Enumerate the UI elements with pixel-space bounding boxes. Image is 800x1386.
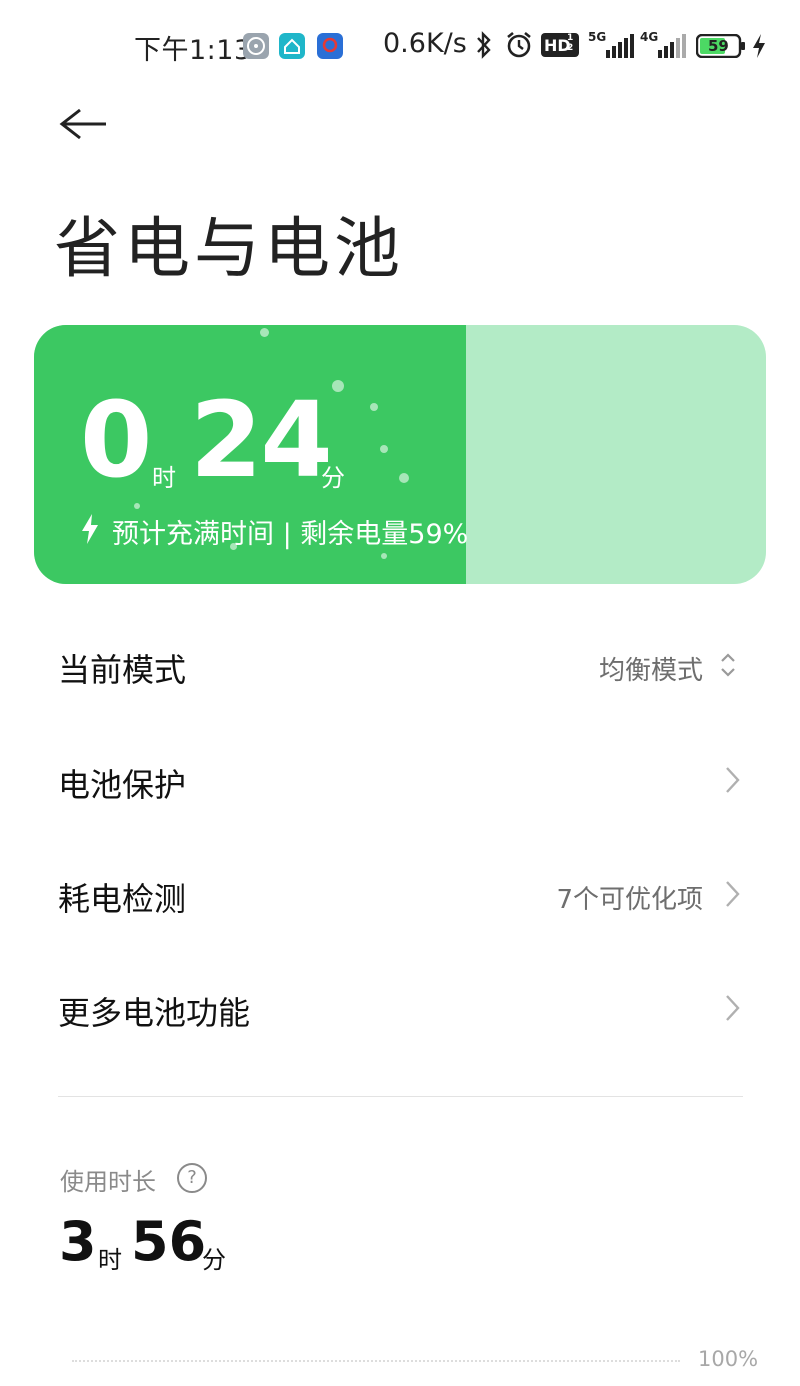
page-title: 省电与电池 — [54, 210, 404, 287]
bubble-decoration — [399, 473, 409, 483]
power-usage-detection-label: 耗电检测 — [58, 880, 187, 918]
hd-sub-label: 1 2 — [567, 33, 574, 53]
section-divider — [58, 1096, 743, 1097]
battery-protection-label: 电池保护 — [58, 766, 187, 804]
status-bar: 下午1:13 0.6K/s HD 1 2 5G 4G 59 — [0, 0, 800, 90]
signal-1-icon — [598, 34, 634, 62]
chevron-right-icon — [726, 767, 740, 793]
usage-hours-value: 3 — [59, 1210, 97, 1273]
chevron-right-icon — [726, 881, 740, 907]
lightning-icon — [82, 514, 98, 544]
back-button[interactable] — [56, 100, 112, 148]
bubble-decoration — [134, 503, 140, 509]
usage-duration-label: 使用时长 — [60, 1168, 156, 1196]
help-question-icon[interactable]: ? — [177, 1163, 207, 1193]
status-time: 下午1:13 — [134, 35, 252, 66]
more-battery-features-row[interactable]: 更多电池功能 — [0, 958, 800, 1058]
current-mode-value: 均衡模式 — [598, 656, 703, 686]
alarm-icon — [504, 30, 534, 64]
bluetooth-icon — [474, 30, 494, 64]
usage-minutes-value: 56 — [131, 1210, 207, 1273]
battery-protection-row[interactable]: 电池保护 — [0, 730, 800, 830]
usage-hours-unit: 时 — [98, 1246, 122, 1274]
charge-hours-value: 0 — [80, 379, 153, 501]
more-battery-features-label: 更多电池功能 — [58, 994, 251, 1032]
current-mode-label: 当前模式 — [58, 651, 187, 689]
charge-minutes-unit: 分 — [321, 464, 345, 492]
usage-chart-gridline — [72, 1360, 680, 1362]
charge-hours-unit: 时 — [152, 464, 176, 492]
battery-level: 59 — [708, 37, 729, 55]
bubble-decoration — [381, 553, 387, 559]
charge-minutes-value: 24 — [190, 379, 333, 501]
current-mode-row[interactable]: 当前模式 均衡模式 — [0, 615, 800, 715]
charge-subtitle: 预计充满时间 | 剩余电量59% — [112, 519, 469, 550]
charging-icon — [752, 33, 766, 63]
signal-2-icon — [650, 34, 686, 62]
home-app-icon — [279, 33, 305, 59]
usage-chart-max-label: 100% — [698, 1347, 759, 1371]
bubble-decoration — [380, 445, 388, 453]
shield-app-icon — [317, 33, 343, 59]
bubble-decoration — [332, 380, 344, 392]
power-usage-detection-row[interactable]: 耗电检测 7个可优化项 — [0, 844, 800, 944]
chevron-right-icon — [726, 995, 740, 1021]
up-down-chevron-icon — [721, 653, 735, 677]
optimizable-items-count: 7个可优化项 — [556, 885, 703, 915]
bubble-decoration — [370, 403, 378, 411]
network-speed: 0.6K/s — [383, 28, 467, 59]
steering-wheel-app-icon — [243, 33, 269, 59]
usage-minutes-unit: 分 — [202, 1246, 226, 1274]
bubble-decoration — [260, 328, 269, 337]
arrow-left-icon — [59, 108, 106, 140]
